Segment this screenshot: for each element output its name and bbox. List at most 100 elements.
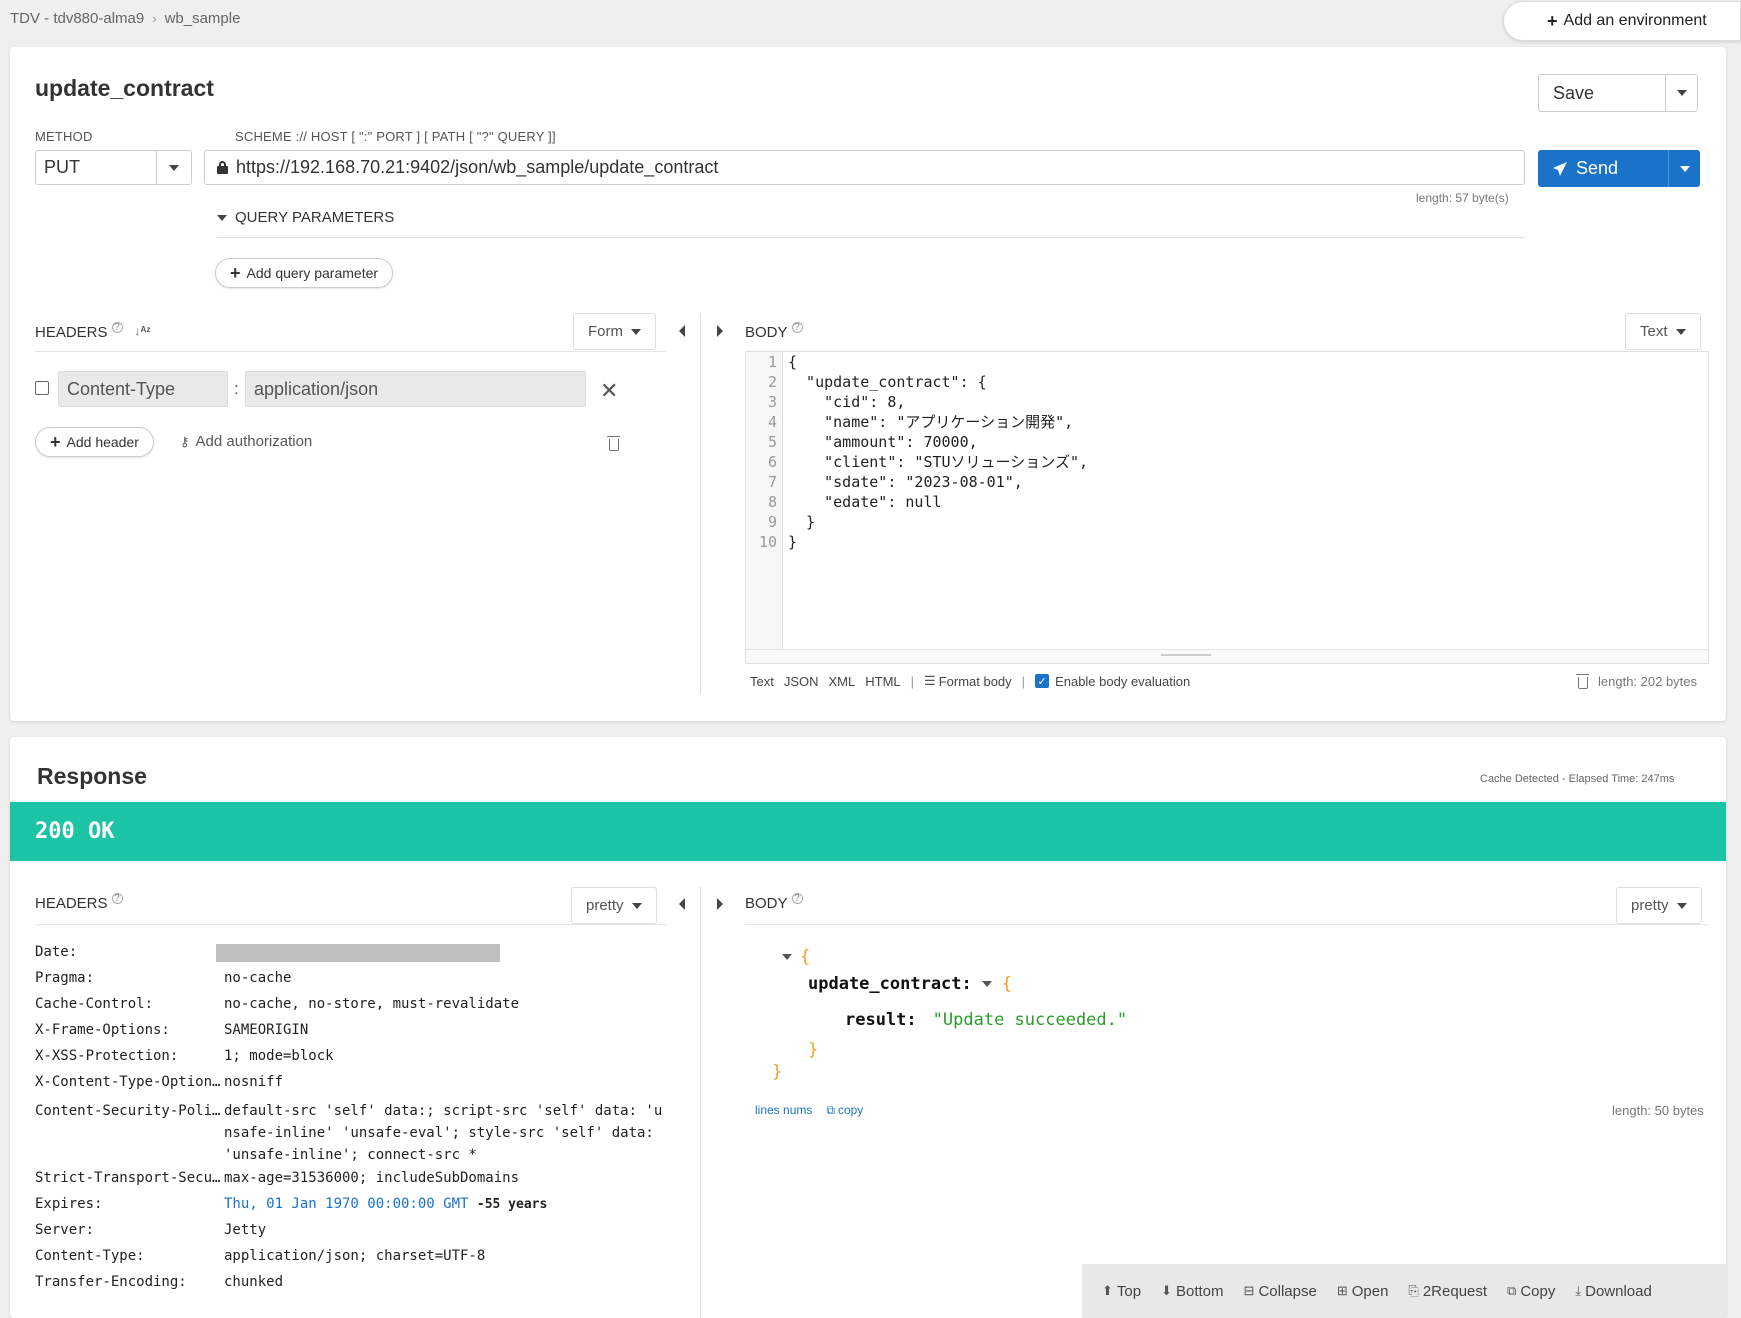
json-key: update_contract: (808, 974, 972, 994)
top-button[interactable]: ⬆ Top (1102, 1283, 1141, 1300)
send-label-wrap: Send (1538, 150, 1669, 187)
enable-body-evaluation[interactable]: ✓ Enable body evaluation (1035, 674, 1190, 689)
url-input[interactable]: https://192.168.70.21:9402/json/wb_sampl… (204, 150, 1525, 185)
format-text-link[interactable]: Text (750, 674, 774, 689)
sort-az-icon[interactable]: ↓ᴬᶻ (135, 324, 151, 338)
align-left-icon: ☰ (924, 673, 936, 688)
to-request-button[interactable]: ⎘ 2Request (1408, 1283, 1487, 1300)
format-body-button[interactable]: ☰ Format body (924, 673, 1012, 689)
bottom-label: Bottom (1176, 1282, 1224, 1300)
send-dropdown-toggle[interactable] (1669, 150, 1700, 187)
method-label: METHOD (35, 129, 93, 144)
header-enable-checkbox[interactable] (35, 381, 49, 395)
help-icon[interactable]: ? (111, 322, 123, 333)
paper-plane-icon (1553, 161, 1567, 176)
body-editor[interactable]: 1 2 3 4 5 6 7 8 9 10 { "update_contract"… (745, 351, 1709, 664)
json-root-row: { (782, 947, 810, 967)
headers-section-label: HEADERS ? ↓ᴬᶻ (35, 322, 151, 341)
line-number: 3 (767, 393, 777, 411)
query-parameters-toggle[interactable]: QUERY PARAMETERS (217, 209, 394, 226)
url-length: length: 57 byte(s) (1416, 191, 1509, 205)
divider (217, 237, 1525, 238)
header-value: default-src 'self' data:; script-src 'se… (224, 1103, 663, 1163)
breadcrumb-separator: › (152, 11, 157, 26)
method-dropdown-toggle[interactable] (157, 151, 191, 184)
collapse-button[interactable]: ⊟ Collapse (1244, 1283, 1317, 1300)
response-headers-mode-dropdown[interactable]: pretty (571, 887, 657, 924)
response-panel: Response Cache Detected - Elapsed Time: … (10, 737, 1726, 1318)
save-dropdown-toggle[interactable] (1666, 75, 1697, 111)
collapse-toggle-icon[interactable] (981, 981, 992, 987)
toolbar-separator: | (910, 673, 915, 689)
request-panel: update_contract Save METHOD SCHEME :// H… (10, 47, 1726, 721)
url-value: https://192.168.70.21:9402/json/wb_sampl… (236, 157, 719, 177)
add-header-button[interactable]: + Add header (35, 427, 154, 457)
breadcrumb-item[interactable]: wb_sample (165, 10, 241, 27)
response-body-section-label: BODY ? (745, 893, 803, 912)
send-button[interactable]: Send (1538, 150, 1700, 187)
copy-link[interactable]: ⧉ copy (826, 1103, 863, 1118)
collapse-left-icon[interactable] (679, 898, 685, 910)
header-key: X-Frame-Options: (35, 1022, 170, 1038)
key-icon: ⚷ (180, 433, 190, 449)
response-header-row: X-Frame-Options: SAMEORIGIN (35, 1022, 664, 1048)
trash-icon[interactable] (1576, 674, 1589, 689)
code-lines: { "update_contract": { "cid": 8, "name":… (788, 352, 1088, 552)
status-bar: 200 OK (10, 802, 1726, 861)
remove-header-icon[interactable]: ✕ (600, 380, 618, 402)
format-json-link[interactable]: JSON (784, 674, 819, 689)
line-number-gutter: 1 2 3 4 5 6 7 8 9 10 (746, 352, 783, 663)
header-name-input[interactable]: Content-Type (58, 371, 228, 407)
response-header-row: X-Content-Type-Option… nosniff (35, 1074, 664, 1100)
expand-right-icon[interactable] (717, 898, 723, 910)
code-line: } (788, 533, 798, 551)
collapse-toggle-icon[interactable] (782, 954, 792, 960)
checkbox-checked-icon[interactable]: ✓ (1035, 674, 1050, 688)
method-select[interactable]: PUT (35, 150, 192, 185)
body-length: length: 202 bytes (1598, 674, 1698, 689)
code-line: "edate": null (788, 493, 942, 511)
save-label: Save (1539, 75, 1666, 111)
collapse-left-icon[interactable] (679, 325, 685, 337)
help-icon[interactable]: ? (791, 322, 803, 333)
copy-label: Copy (1520, 1282, 1556, 1300)
bottom-button[interactable]: ⬇ Bottom (1161, 1283, 1223, 1300)
breadcrumb: TDV - tdv880-alma9 › wb_sample (10, 10, 240, 27)
response-body-mode-dropdown[interactable]: pretty (1616, 887, 1702, 924)
header-key: Content-Security-Poli… (35, 1103, 221, 1119)
divider (35, 924, 667, 925)
breadcrumb-project[interactable]: TDV - tdv880-alma9 (10, 10, 144, 27)
trash-icon[interactable] (607, 436, 620, 451)
help-icon[interactable]: ? (791, 893, 803, 904)
open-button[interactable]: ⊞ Open (1337, 1283, 1389, 1300)
format-html-link[interactable]: HTML (865, 674, 900, 689)
headers-mode-dropdown[interactable]: Form (573, 313, 656, 350)
line-number: 7 (767, 473, 777, 491)
editor-resize-handle[interactable] (746, 649, 1708, 663)
json-brace: { (1001, 974, 1013, 994)
copy-button[interactable]: ⧉ Copy (1507, 1283, 1555, 1300)
download-button[interactable]: ⤓ Download (1575, 1283, 1651, 1300)
redacted-value (216, 944, 500, 962)
help-icon[interactable]: ? (111, 893, 123, 904)
format-xml-link[interactable]: XML (829, 674, 856, 689)
bottom-action-bar: ⬆ Top ⬇ Bottom ⊟ Collapse ⊞ Open ⎘ 2Request ⧉… (1082, 1264, 1726, 1318)
download-icon: ⤓ (1575, 1283, 1582, 1298)
body-mode-dropdown[interactable]: Text (1625, 313, 1701, 350)
body-section-label: BODY ? (745, 322, 803, 341)
lines-nums-link[interactable]: lines nums (755, 1103, 812, 1118)
header-value-input[interactable]: application/json (245, 371, 586, 407)
code-line: "client": "STUソリューションズ", (788, 453, 1089, 471)
expand-right-icon[interactable] (717, 325, 723, 337)
add-environment-label: Add an environment (1563, 12, 1707, 29)
header-value: 1; mode=block (224, 1048, 334, 1064)
save-button[interactable]: Save (1538, 74, 1698, 112)
header-value: Jetty (224, 1222, 267, 1238)
copy-icon: ⧉ (826, 1103, 835, 1117)
add-query-parameter-button[interactable]: + Add query parameter (215, 258, 394, 288)
add-authorization-link[interactable]: ⚷ Add authorization (180, 433, 312, 450)
chevron-down-icon (631, 902, 642, 909)
add-environment-button[interactable]: + Add an environment (1503, 1, 1741, 41)
copy-icon: ⧉ (1507, 1283, 1517, 1298)
code-line: "sdate": "2023-08-01", (788, 473, 1023, 491)
